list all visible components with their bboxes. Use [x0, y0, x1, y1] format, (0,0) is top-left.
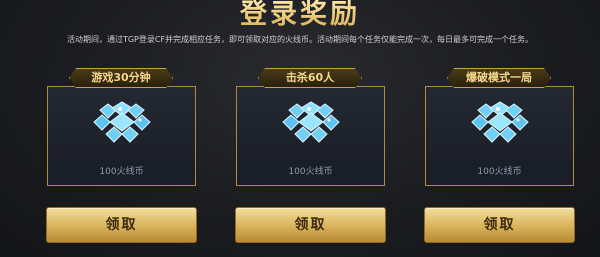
claim-button-2[interactable]: 领取: [235, 207, 386, 243]
claim-button-3[interactable]: 领取: [424, 207, 575, 243]
reward-amount: 100火线币: [237, 159, 384, 185]
reward-amount: 100火线币: [426, 159, 573, 185]
task-card-3: 100火线币: [425, 86, 574, 186]
diamond-cluster-icon: [237, 87, 384, 159]
task-card-1: 100火线币: [47, 86, 196, 186]
task-label-1: 游戏30分钟: [69, 68, 173, 88]
login-reward-page: 登录奖励 活动期间，通过TGP登录CF并完成相应任务，即可领取对应的火线币。活动…: [0, 0, 600, 257]
task-label-3: 爆破模式一局: [447, 68, 551, 88]
claim-button-1[interactable]: 领取: [46, 207, 197, 243]
activity-description: 活动期间，通过TGP登录CF并完成相应任务，即可领取对应的火线币。活动期间每个任…: [66, 35, 534, 44]
diamond-cluster-icon: [48, 87, 195, 159]
diamond-cluster-icon: [426, 87, 573, 159]
task-card-2: 100火线币: [236, 86, 385, 186]
reward-amount: 100火线币: [48, 159, 195, 185]
task-label-2: 击杀60人: [258, 68, 362, 88]
page-title: 登录奖励: [0, 0, 600, 34]
